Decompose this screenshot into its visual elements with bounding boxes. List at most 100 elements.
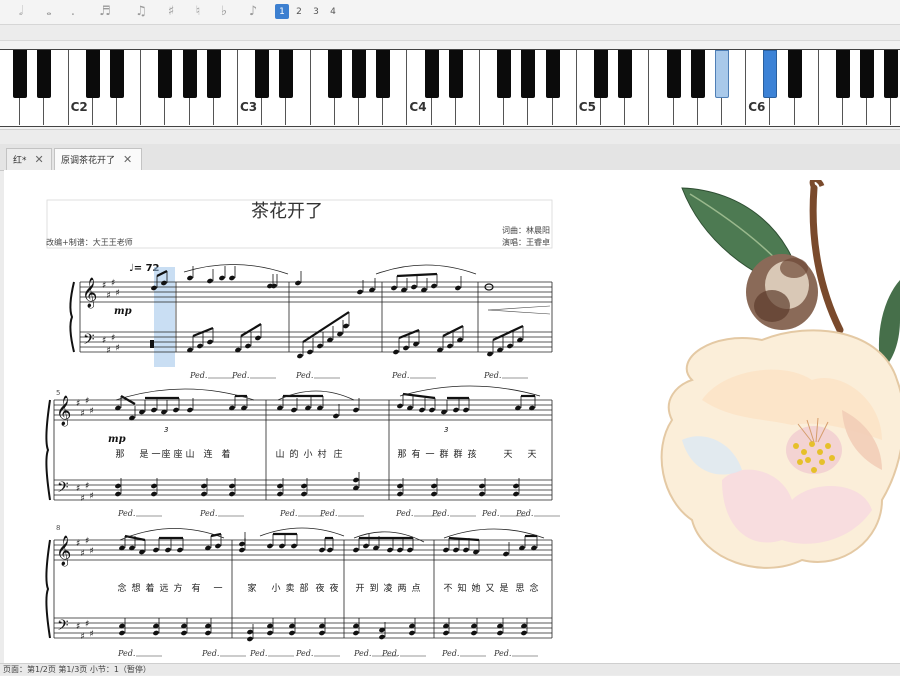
note-head (333, 413, 339, 419)
slur (399, 385, 541, 397)
sharp-icon: ♯ (85, 482, 89, 492)
page-button-2[interactable]: 2 (292, 4, 306, 19)
note-head (267, 630, 273, 636)
note-head (173, 407, 179, 413)
note-head (391, 285, 397, 291)
note-head (319, 630, 325, 636)
black-key[interactable] (594, 50, 608, 98)
black-key[interactable] (255, 50, 270, 98)
note-head (471, 630, 477, 636)
black-key[interactable] (352, 50, 366, 98)
lyric-syllable: 一 (151, 450, 160, 460)
lyric-syllable: 凌 (383, 582, 392, 594)
black-key[interactable] (690, 50, 705, 98)
treble-clef-icon: 𝄞 (82, 277, 97, 309)
black-key-highlighted[interactable] (715, 50, 729, 98)
note-head (353, 477, 359, 483)
page-button-1[interactable]: 1 (275, 4, 289, 19)
lyric-syllable: 两 (397, 583, 406, 594)
note-head (247, 636, 253, 642)
lyric-syllable: 又 (485, 583, 494, 594)
half-note-icon[interactable]: 𝅗𝅥 (12, 2, 30, 20)
pedal-mark: Ped. (319, 509, 337, 518)
black-key[interactable] (860, 50, 875, 98)
black-key[interactable] (158, 50, 173, 98)
black-key[interactable] (327, 50, 342, 98)
lyric-syllable: 点 (411, 583, 420, 594)
slur (375, 264, 477, 275)
black-key[interactable] (836, 50, 850, 98)
black-key[interactable] (182, 50, 197, 98)
note-head (153, 547, 159, 553)
measure-number-8: 8 (56, 524, 60, 532)
close-icon[interactable]: ✕ (35, 153, 44, 166)
note-head (187, 407, 193, 413)
lyric-syllable: 知 (457, 582, 466, 594)
lyric-syllable: 着 (221, 448, 230, 460)
pedal-mark: Ped. (201, 649, 219, 658)
sharp-icon: ♯ (81, 409, 85, 419)
note-head (151, 491, 157, 497)
black-key-active[interactable] (763, 50, 778, 98)
note-head (387, 547, 393, 553)
black-key[interactable] (279, 50, 294, 98)
black-key[interactable] (448, 50, 463, 98)
dot-icon[interactable]: . (66, 2, 80, 20)
black-key[interactable] (618, 50, 633, 98)
octave-label-c3: C3 (240, 100, 258, 114)
black-key[interactable] (666, 50, 681, 98)
close-icon[interactable]: ✕ (123, 153, 132, 166)
triplet-icon[interactable]: ♫ (128, 2, 154, 20)
black-key[interactable] (37, 50, 52, 98)
pedal-mark: Ped. (381, 649, 399, 658)
pedal-mark: Ped. (441, 649, 459, 658)
lyric-syllable: 那 (115, 449, 124, 460)
page-button-3[interactable]: 3 (309, 4, 323, 19)
pedal-mark: Ped. (295, 371, 313, 380)
sixteenth-notes-icon[interactable]: ♬ (92, 2, 118, 20)
page-button-4[interactable]: 4 (326, 4, 340, 19)
note-head (205, 630, 211, 636)
lyric-syllable: 小 (303, 449, 312, 460)
black-key[interactable] (787, 50, 802, 98)
black-key[interactable] (545, 50, 560, 98)
sharp-icon[interactable]: ♯ (163, 2, 179, 20)
sharp-icon: ♯ (85, 397, 89, 407)
bass-clef-icon: 𝄢 (57, 479, 69, 500)
black-key[interactable] (497, 50, 512, 98)
black-key[interactable] (884, 50, 899, 98)
black-key[interactable] (206, 50, 221, 98)
natural-icon[interactable]: ♮ (190, 2, 206, 20)
tab-chahua[interactable]: 原调茶花开了 ✕ (54, 148, 142, 170)
note-head (201, 491, 207, 497)
tie-icon[interactable]: ♪ (242, 2, 264, 20)
note-head (229, 275, 235, 281)
lyric-syllable: 有 (191, 582, 200, 594)
note-head (513, 483, 519, 489)
score-canvas[interactable]: 茶花开了 词曲：林晨阳 改编+制谱：大王王老师 演唱：王睿卓 ♩= 72 𝄞𝄢♯… (4, 170, 582, 663)
flat-icon[interactable]: ♭ (216, 2, 232, 20)
whole-note-icon[interactable]: 𝅝 (40, 2, 58, 20)
pedal-mark: Ped. (249, 649, 267, 658)
note-head (291, 407, 297, 413)
black-key[interactable] (85, 50, 100, 98)
piano-keyboard[interactable]: C2 C3 C4 C5 C6 (0, 49, 900, 127)
triplet-mark: 3 (444, 426, 448, 434)
sharp-icon: ♯ (116, 344, 120, 354)
lyric-syllable: 念 (117, 582, 126, 594)
note-head (397, 483, 403, 489)
black-key[interactable] (424, 50, 439, 98)
black-key[interactable] (521, 50, 536, 98)
tab-hong[interactable]: 红* ✕ (6, 148, 52, 170)
black-key[interactable] (13, 50, 28, 98)
lyric-syllable: 的 (289, 448, 298, 460)
black-key[interactable] (110, 50, 124, 98)
note-head (295, 280, 301, 286)
lyric-syllable: 山 (275, 449, 284, 460)
black-key[interactable] (376, 50, 391, 98)
note-head (363, 543, 369, 549)
pedal-mark: Ped. (117, 509, 135, 518)
lyric-syllable: 一 (425, 450, 434, 460)
pedal-mark: Ped. (279, 509, 297, 518)
sharp-icon: ♯ (90, 407, 94, 417)
